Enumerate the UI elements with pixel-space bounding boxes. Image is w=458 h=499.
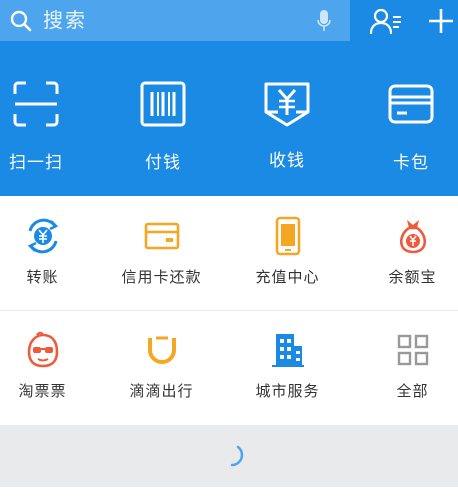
city-label: 城市服务 bbox=[255, 382, 320, 400]
service-yuebao[interactable]: 余额宝 bbox=[355, 197, 458, 310]
contacts-icon[interactable] bbox=[369, 7, 403, 35]
service-row-1: 转账 信用卡还款 充值中心 余额宝 bbox=[0, 197, 458, 310]
service-taopiaopiao[interactable]: 淘票票 bbox=[0, 311, 100, 424]
transfer-label: 转账 bbox=[26, 268, 59, 286]
card-wallet-icon bbox=[388, 84, 434, 124]
didi-icon bbox=[147, 336, 176, 364]
receive-money-icon bbox=[264, 82, 310, 127]
barcode-pay-icon bbox=[140, 81, 186, 127]
service-city[interactable]: 城市服务 bbox=[230, 311, 345, 424]
service-all[interactable]: 全部 bbox=[355, 311, 458, 424]
scan-icon bbox=[13, 81, 59, 127]
microphone-icon[interactable] bbox=[316, 9, 332, 33]
scan-label: 扫一扫 bbox=[9, 153, 63, 173]
recharge-label: 充值中心 bbox=[255, 268, 320, 286]
loading-spinner-icon bbox=[230, 445, 244, 467]
header: 搜索 扫一扫 付钱 收钱 卡包 bbox=[0, 0, 458, 196]
service-transfer[interactable]: 转账 bbox=[0, 197, 100, 310]
receive-money-button[interactable]: 收钱 bbox=[242, 80, 332, 180]
receive-money-label: 收钱 bbox=[269, 151, 305, 171]
transfer-icon bbox=[27, 218, 58, 254]
taopiaopiao-label: 淘票票 bbox=[18, 382, 67, 400]
service-didi[interactable]: 滴滴出行 bbox=[104, 311, 219, 424]
card-wallet-button[interactable]: 卡包 bbox=[366, 80, 456, 180]
card-wallet-label: 卡包 bbox=[393, 153, 429, 173]
search-icon bbox=[10, 10, 32, 32]
yuebao-label: 余额宝 bbox=[388, 268, 437, 286]
money-bag-icon bbox=[399, 220, 426, 254]
taopiaopiao-icon bbox=[27, 331, 58, 368]
pay-label: 付钱 bbox=[145, 153, 181, 173]
city-building-icon bbox=[271, 334, 304, 367]
didi-label: 滴滴出行 bbox=[129, 382, 194, 400]
service-credit-card[interactable]: 信用卡还款 bbox=[104, 197, 219, 310]
all-label: 全部 bbox=[396, 382, 429, 400]
search-bar[interactable]: 搜索 bbox=[0, 0, 350, 41]
plus-icon[interactable] bbox=[427, 7, 455, 35]
scan-button[interactable]: 扫一扫 bbox=[0, 80, 81, 180]
bottom-strip bbox=[0, 487, 458, 499]
search-input[interactable]: 搜索 bbox=[43, 8, 87, 32]
credit-card-icon bbox=[144, 222, 179, 250]
phone-recharge-icon bbox=[275, 216, 300, 256]
service-row-2: 淘票票 滴滴出行 城市服务 全部 bbox=[0, 311, 458, 424]
grid-all-icon bbox=[397, 334, 428, 366]
loading-area bbox=[0, 425, 458, 487]
service-recharge[interactable]: 充值中心 bbox=[230, 197, 345, 310]
pay-button[interactable]: 付钱 bbox=[118, 80, 208, 180]
credit-card-label: 信用卡还款 bbox=[121, 268, 202, 286]
